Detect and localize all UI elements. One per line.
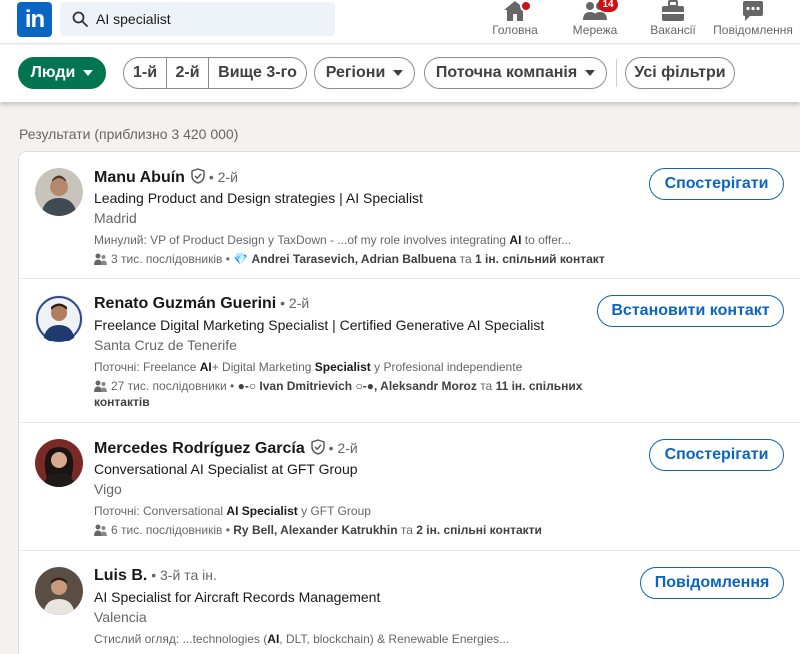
search-box[interactable] (60, 2, 335, 36)
profile-location: Valencia (94, 609, 147, 625)
list-item: Mercedes Rodríguez García • 2-й Conversa… (19, 423, 800, 551)
verified-icon (311, 439, 325, 455)
avatar[interactable] (35, 439, 83, 487)
profile-headline: AI Specialist for Aircraft Records Manag… (94, 589, 381, 605)
filter-bar: Люди 1-й 2-й Вище 3-го Регіони Поточна к… (0, 45, 800, 102)
briefcase-icon (662, 0, 684, 21)
notification-dot (520, 0, 532, 12)
mutual-connections[interactable]: 27 тис. послідовники • ●-○ Ivan Dmitriev… (94, 378, 614, 410)
connection-degree: • 2-й (204, 169, 238, 185)
degree-filter-group: 1-й 2-й Вище 3-го (123, 57, 307, 89)
profile-name[interactable]: Manu Abuín (94, 169, 185, 186)
profile-location: Madrid (94, 210, 137, 226)
mutual-connections[interactable]: 6 тис. послідовників • Ry Bell, Alexande… (94, 522, 614, 538)
filter-degree-3plus[interactable]: Вище 3-го (209, 58, 306, 88)
chevron-down-icon (393, 70, 404, 76)
profile-headline: Freelance Digital Marketing Specialist |… (94, 317, 545, 333)
people-icon (94, 253, 107, 265)
search-input[interactable] (96, 2, 326, 36)
mutual-connections[interactable]: 3 тис. послідовників • 💎 Andrei Tarasevi… (94, 251, 614, 267)
messaging-icon (743, 1, 763, 21)
connect-button[interactable]: Встановити контакт (597, 295, 784, 327)
top-nav: in Головна 14 Мережа Вакансії (0, 0, 800, 44)
avatar[interactable] (35, 567, 83, 615)
nav-item-home[interactable]: Головна (470, 0, 560, 44)
nav-label-network: Мережа (572, 23, 618, 37)
avatar[interactable] (35, 168, 83, 216)
people-icon (94, 380, 107, 392)
nav-label-jobs: Вакансії (650, 23, 696, 37)
profile-location: Vigo (94, 481, 122, 497)
profile-name[interactable]: Luis B. (94, 567, 147, 584)
profile-name[interactable]: Renato Guzmán Guerini (94, 295, 276, 312)
filter-all-filters[interactable]: Усі фільтри (625, 57, 735, 89)
filter-regions[interactable]: Регіони (314, 57, 415, 89)
filter-divider (616, 59, 617, 87)
profile-location: Santa Cruz de Tenerife (94, 337, 237, 353)
nav-label-messaging: Повідомлення (713, 23, 793, 37)
chevron-down-icon (585, 70, 596, 76)
list-item: Luis B. • 3-й та ін. AI Specialist for A… (19, 551, 800, 654)
filter-current-company[interactable]: Поточна компанія (424, 57, 607, 89)
nav-label-home: Головна (492, 23, 538, 37)
nav-item-messaging[interactable]: Повідомлення (708, 0, 798, 44)
results-count: Результати (приблизно 3 420 000) (19, 126, 239, 142)
list-item: Manu Abuín • 2-й Leading Product and Des… (19, 152, 800, 279)
profile-headline: Conversational AI Specialist at GFT Grou… (94, 461, 358, 477)
follow-button[interactable]: Спостерігати (649, 168, 784, 200)
profile-headline: Leading Product and Design strategies | … (94, 190, 423, 206)
profile-snippet: Поточні: Conversational AI Specialist у … (94, 504, 371, 518)
avatar[interactable] (35, 295, 83, 343)
nav-item-jobs[interactable]: Вакансії (628, 0, 718, 44)
filter-degree-2[interactable]: 2-й (167, 58, 209, 88)
network-badge: 14 (598, 0, 618, 12)
search-icon (72, 11, 88, 27)
results-list: Manu Abuín • 2-й Leading Product and Des… (18, 151, 800, 654)
filter-company-label: Поточна компанія (435, 64, 578, 81)
profile-name[interactable]: Mercedes Rodríguez García (94, 440, 305, 457)
connection-degree: • 2-й (324, 440, 358, 456)
profile-snippet: Минулий: VP of Product Design у TaxDown … (94, 233, 572, 247)
diamond-icon: 💎 (233, 252, 252, 266)
chevron-down-icon (83, 70, 94, 76)
profile-snippet: Поточні: Freelance AI+ Digital Marketing… (94, 360, 523, 374)
linkedin-logo[interactable]: in (17, 2, 52, 37)
profile-snippet: Стислий огляд: ...technologies (AI, DLT,… (94, 632, 510, 646)
filter-regions-label: Регіони (325, 64, 386, 81)
filter-degree-1[interactable]: 1-й (124, 58, 167, 88)
people-icon (94, 524, 107, 536)
list-item: Renato Guzmán Guerini • 2-й Freelance Di… (19, 279, 800, 423)
connection-degree: • 3-й та ін. (147, 567, 217, 583)
filter-people-label: Люди (30, 64, 76, 81)
follow-button[interactable]: Спостерігати (649, 439, 784, 471)
verified-icon (191, 168, 205, 184)
message-button[interactable]: Повідомлення (640, 567, 784, 599)
nav-item-network[interactable]: 14 Мережа (550, 0, 640, 44)
filter-people[interactable]: Люди (18, 57, 106, 89)
connection-degree: • 2-й (276, 295, 310, 311)
